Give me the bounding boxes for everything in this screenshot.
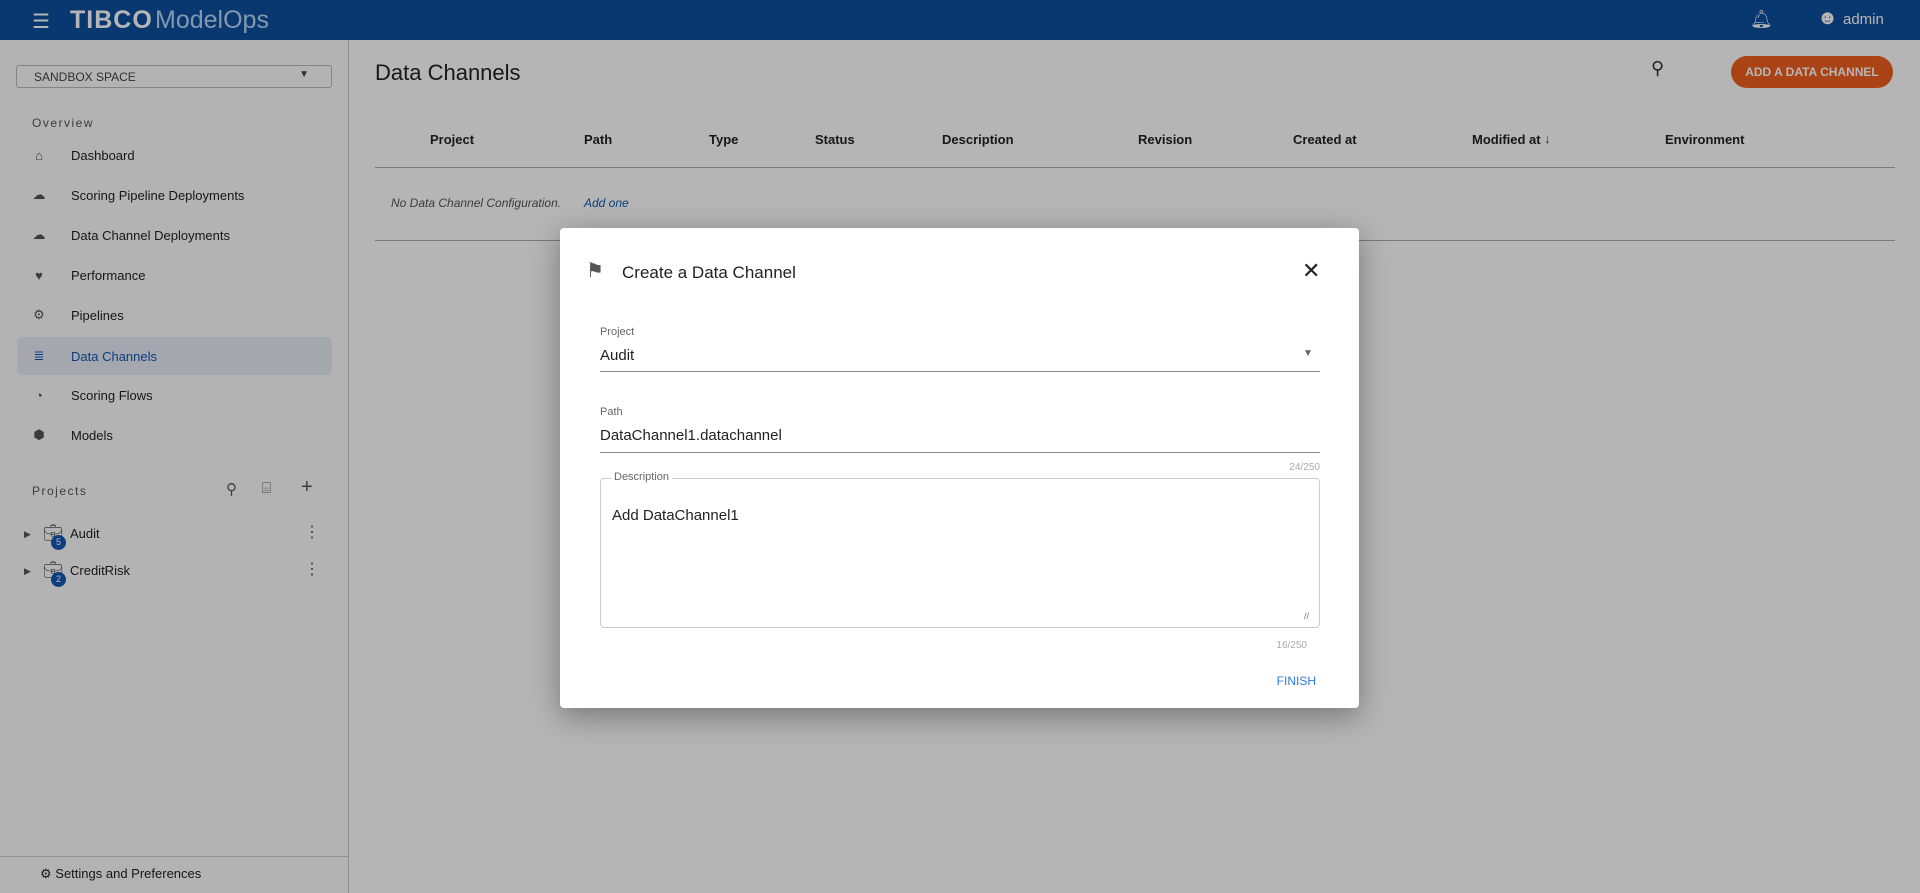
- path-label: Path: [600, 406, 623, 418]
- dialog-title: Create a Data Channel: [622, 263, 796, 282]
- description-value: Add DataChannel1: [612, 507, 739, 524]
- project-label: Project: [600, 326, 635, 338]
- signpost-icon: ⚑: [586, 260, 604, 282]
- create-data-channel-dialog: ⚑ Create a Data Channel ✕ Project Audit …: [560, 228, 1359, 708]
- path-underline: [600, 452, 1320, 453]
- resize-handle-icon[interactable]: //: [1304, 611, 1309, 621]
- project-select[interactable]: Audit: [600, 347, 634, 364]
- project-underline: [600, 371, 1320, 372]
- description-char-count: 16/250: [1276, 640, 1307, 651]
- finish-button[interactable]: FINISH: [1277, 674, 1316, 688]
- description-textarea[interactable]: Description Add DataChannel1 //: [600, 471, 1320, 628]
- path-input[interactable]: DataChannel1.datachannel: [600, 427, 782, 444]
- path-char-count: 24/250: [1289, 462, 1320, 473]
- close-icon[interactable]: ✕: [1302, 258, 1320, 284]
- description-label: Description: [611, 471, 673, 483]
- chevron-down-icon[interactable]: ▼: [1303, 348, 1313, 359]
